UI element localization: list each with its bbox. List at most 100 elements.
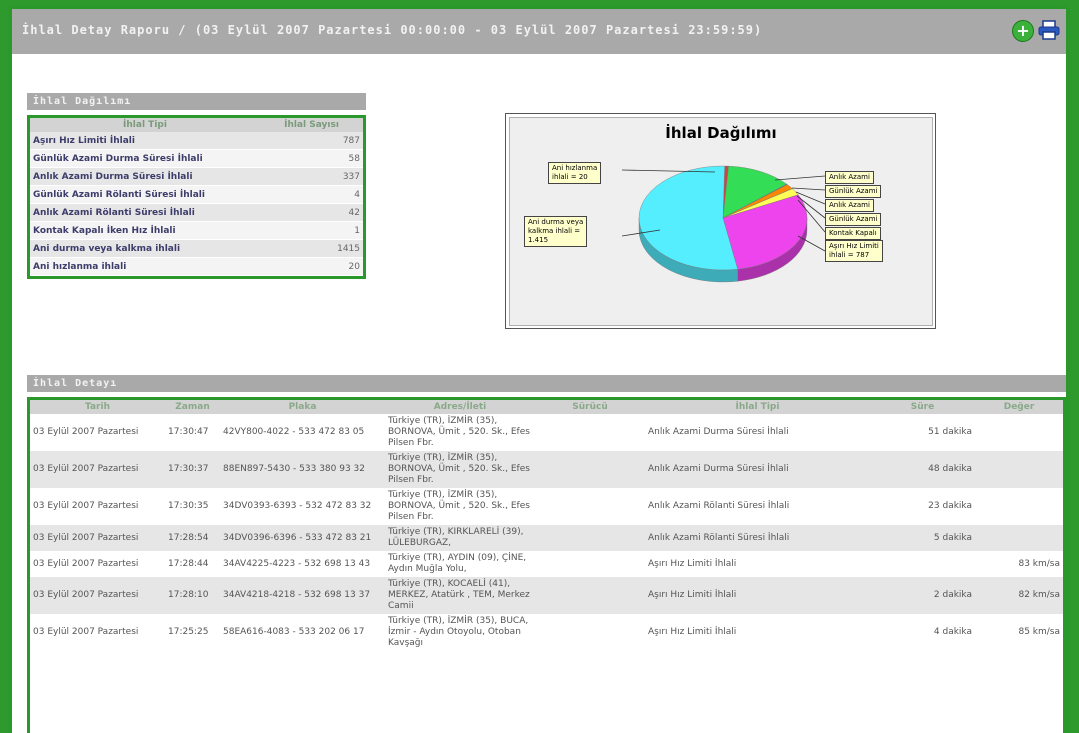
time-cell: 17:25:25 [165,614,220,651]
summary-table: İhlal Tipi İhlal Sayısı Aşırı Hız Limiti… [27,115,366,279]
address-cell: Türkiye (TR), KIRKLARELİ (39), LÜLEBURGA… [385,525,535,551]
summary-count-cell: 337 [260,167,363,186]
table-row[interactable]: 03 Eylül 2007 Pazartesi 17:28:10 34AV4218-… [30,577,1063,614]
duration-cell [870,551,975,577]
summary-section-header: İhlal Dağılımı [27,93,366,110]
plate-cell: 34DV0396-6396 - 533 472 83 21 [220,525,385,551]
driver-cell [535,577,645,614]
value-cell: 85 km/sa [975,614,1063,651]
date-cell: 03 Eylül 2007 Pazartesi [30,614,165,651]
table-row[interactable]: 03 Eylül 2007 Pazartesi 17:25:25 58EA616-4… [30,614,1063,651]
summary-type-cell: Kontak Kapalı İken Hız İhlali [30,221,260,240]
address-cell: Türkiye (TR), İZMİR (35), BORNOVA, Ümit … [385,451,535,488]
summary-count-cell: 1415 [260,239,363,258]
violation-type-cell: Aşırı Hız Limiti İhlali [645,577,870,614]
value-cell [975,525,1063,551]
driver-cell [535,414,645,451]
time-cell: 17:30:47 [165,414,220,451]
summary-type-cell: Günlük Azami Durma Süresi İhlali [30,149,260,168]
summary-row: Kontak Kapalı İken Hız İhlali 1 [30,221,363,240]
toolbar: + [1012,20,1060,42]
chart-callout: Anlık Azami [825,171,874,184]
value-cell: 83 km/sa [975,551,1063,577]
detail-col-header[interactable]: Zaman [165,400,220,414]
table-row[interactable]: 03 Eylül 2007 Pazartesi 17:28:44 34AV4225-… [30,551,1063,577]
summary-row: Ani hızlanma ihlali 20 [30,257,363,276]
duration-cell: 4 dakika [870,614,975,651]
duration-cell: 23 dakika [870,488,975,525]
title-bar: İhlal Detay Raporu / (03 Eylül 2007 Paza… [12,9,1066,54]
violation-type-cell: Anlık Azami Durma Süresi İhlali [645,414,870,451]
address-cell: Türkiye (TR), İZMİR (35), BUCA, İzmir - … [385,614,535,651]
table-row[interactable]: 03 Eylül 2007 Pazartesi 17:30:35 34DV0393-… [30,488,1063,525]
summary-count-cell: 787 [260,132,363,150]
duration-cell: 5 dakika [870,525,975,551]
time-cell: 17:30:37 [165,451,220,488]
summary-row: Günlük Azami Rölanti Süresi İhlali 4 [30,185,363,204]
driver-cell [535,451,645,488]
violation-type-cell: Aşırı Hız Limiti İhlali [645,551,870,577]
pie-chart: İhlal Dağılımı Ani hızlanma ihlali = 20 A… [505,113,936,329]
date-cell: 03 Eylül 2007 Pazartesi [30,525,165,551]
chart-callout: Ani hızlanma ihlali = 20 [548,162,602,184]
driver-cell [535,525,645,551]
detail-col-header[interactable]: İhlal Tipi [645,400,870,414]
table-row[interactable]: 03 Eylül 2007 Pazartesi 17:30:37 88EN897-5… [30,451,1063,488]
plate-cell: 88EN897-5430 - 533 380 93 32 [220,451,385,488]
summary-type-cell: Günlük Azami Rölanti Süresi İhlali [30,185,260,204]
summary-row: Anlık Azami Durma Süresi İhlali 337 [30,167,363,186]
address-cell: Türkiye (TR), AYDIN (09), ÇİNE, Aydın Mu… [385,551,535,577]
detail-col-header[interactable]: Plaka [220,400,385,414]
driver-cell [535,488,645,525]
leader-line [774,175,826,181]
chart-callout: Aşırı Hız Limiti ihlali = 787 [825,240,883,262]
table-row[interactable]: 03 Eylül 2007 Pazartesi 17:30:47 42VY800-4… [30,414,1063,451]
value-cell: 82 km/sa [975,577,1063,614]
print-icon[interactable] [1038,20,1060,40]
time-cell: 17:28:44 [165,551,220,577]
leader-line [791,187,826,191]
violation-type-cell: Aşırı Hız Limiti İhlali [645,614,870,651]
violation-type-cell: Anlık Azami Rölanti Süresi İhlali [645,525,870,551]
plate-cell: 34AV4218-4218 - 532 698 13 37 [220,577,385,614]
table-row[interactable]: 03 Eylül 2007 Pazartesi 17:28:54 34DV0396-… [30,525,1063,551]
date-cell: 03 Eylül 2007 Pazartesi [30,414,165,451]
detail-col-header[interactable]: Adres/İleti [385,400,535,414]
detail-col-header[interactable]: Süre [870,400,975,414]
summary-col-type: İhlal Tipi [30,118,260,132]
chart-callout: Günlük Azami [825,185,882,198]
summary-row: Günlük Azami Durma Süresi İhlali 58 [30,149,363,168]
summary-row: Ani durma veya kalkma ihlali 1415 [30,239,363,258]
time-cell: 17:30:35 [165,488,220,525]
duration-cell: 51 dakika [870,414,975,451]
driver-cell [535,614,645,651]
summary-type-cell: Ani durma veya kalkma ihlali [30,239,260,258]
address-cell: Türkiye (TR), İZMİR (35), BORNOVA, Ümit … [385,488,535,525]
plate-cell: 58EA616-4083 - 533 202 06 17 [220,614,385,651]
detail-col-header[interactable]: Sürücü [535,400,645,414]
summary-count-cell: 1 [260,221,363,240]
address-cell: Türkiye (TR), İZMİR (35), BORNOVA, Ümit … [385,414,535,451]
add-icon[interactable]: + [1012,20,1034,42]
driver-cell [535,551,645,577]
detail-col-header[interactable]: Değer [975,400,1063,414]
value-cell [975,488,1063,525]
summary-type-cell: Anlık Azami Durma Süresi İhlali [30,167,260,186]
duration-cell: 48 dakika [870,451,975,488]
summary-col-count: İhlal Sayısı [260,118,363,132]
detail-table: Tarih Zaman Plaka Adres/İleti Sürücü İhlal Ti… [27,397,1066,733]
summary-count-cell: 20 [260,257,363,276]
summary-type-cell: Aşırı Hız Limiti İhlali [30,132,260,150]
plate-cell: 34AV4225-4223 - 532 698 13 43 [220,551,385,577]
detail-section-header: İhlal Detayı [27,375,1066,392]
summary-row: Aşırı Hız Limiti İhlali 787 [30,132,363,150]
detail-col-header[interactable]: Tarih [30,400,165,414]
plate-cell: 34DV0393-6393 - 532 472 83 32 [220,488,385,525]
summary-type-cell: Anlık Azami Rölanti Süresi İhlali [30,203,260,222]
violation-type-cell: Anlık Azami Rölanti Süresi İhlali [645,488,870,525]
summary-count-cell: 58 [260,149,363,168]
date-cell: 03 Eylül 2007 Pazartesi [30,451,165,488]
date-cell: 03 Eylül 2007 Pazartesi [30,551,165,577]
value-cell [975,414,1063,451]
summary-row: Anlık Azami Rölanti Süresi İhlali 42 [30,203,363,222]
